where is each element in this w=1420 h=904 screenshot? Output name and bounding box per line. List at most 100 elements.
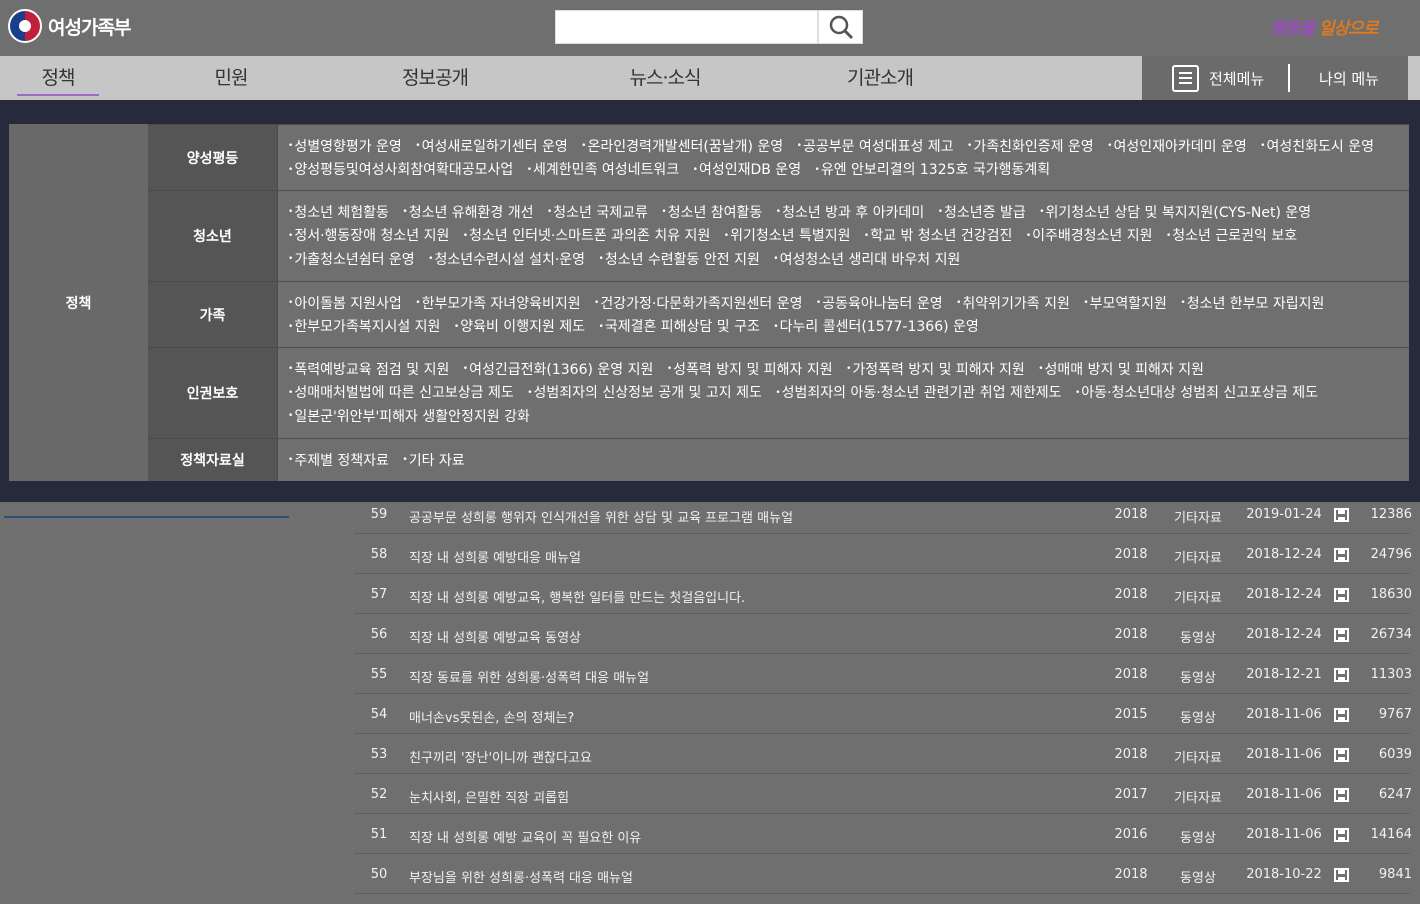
mega-menu-link[interactable]: 여성긴급전화(1366) 운영 지원	[463, 362, 654, 378]
site-logo[interactable]: 여성가족부	[8, 9, 131, 43]
row-year: 2018	[1114, 747, 1148, 762]
mega-section-title[interactable]: 양성평등	[148, 125, 278, 190]
row-title[interactable]: 눈치사회, 은밀한 직장 괴롭힘	[409, 787, 1089, 806]
mega-menu-link[interactable]: 여성친화도시 운영	[1260, 139, 1374, 155]
row-date: 2018-12-21	[1246, 667, 1322, 682]
mega-menu-link[interactable]: 공동육아나눔터 운영	[816, 296, 943, 312]
download-icon[interactable]	[1334, 508, 1349, 522]
mega-menu-link[interactable]: 가출청소년쉼터 운영	[288, 252, 415, 268]
my-menu-button[interactable]: 나의 메뉴	[1290, 68, 1408, 89]
mega-menu-link[interactable]: 정서·행동장애 청소년 지원	[288, 228, 449, 244]
row-title[interactable]: 부장님을 위한 성희롱·성폭력 대응 매뉴얼	[409, 867, 1089, 886]
mega-menu-link[interactable]: 여성새로일하기센터 운영	[415, 139, 567, 155]
row-title[interactable]: 직장 내 성희롱 예방교육 동영상	[409, 627, 1089, 646]
mega-items: 주제별 정책자료 기타 자료	[278, 439, 1409, 481]
table-row: 57 직장 내 성희롱 예방교육, 행복한 일터를 만드는 첫걸음입니다. 2018…	[354, 574, 1412, 614]
row-title[interactable]: 직장 동료를 위한 성희롱·성폭력 대응 매뉴얼	[409, 667, 1089, 686]
gnb-info[interactable]: 정보공개	[385, 56, 485, 100]
mega-menu-link[interactable]: 세계한민족 여성네트워크	[527, 162, 679, 178]
row-number: 52	[370, 787, 388, 802]
mega-section-title[interactable]: 가족	[148, 282, 278, 347]
gnb-policy[interactable]: 정책	[17, 56, 99, 100]
mega-menu-link[interactable]: 아이돌봄 지원사업	[288, 296, 402, 312]
mega-section-title[interactable]: 인권보호	[148, 348, 278, 438]
mega-menu-link[interactable]: 이주배경청소년 지원	[1026, 228, 1153, 244]
search-button[interactable]	[818, 10, 863, 44]
mega-section-title[interactable]: 정책자료실	[148, 439, 278, 481]
row-title[interactable]: 직장 내 성희롱 예방대응 매뉴얼	[409, 547, 1089, 566]
download-icon[interactable]	[1334, 548, 1349, 562]
mega-menu-link[interactable]: 기타 자료	[402, 453, 464, 469]
mega-menu-link[interactable]: 유엔 안보리결의 1325호 국가행동계획	[815, 162, 1051, 178]
mega-menu-link[interactable]: 온라인경력개발센터(꿈날개) 운영	[581, 139, 783, 155]
download-icon[interactable]	[1334, 868, 1349, 882]
mega-menu-link[interactable]: 청소년 방과 후 아카데미	[776, 205, 924, 221]
download-icon[interactable]	[1334, 708, 1349, 722]
row-title[interactable]: 직장 내 성희롱 예방교육, 행복한 일터를 만드는 첫걸음입니다.	[409, 587, 1089, 606]
mega-menu-link[interactable]: 청소년 체험활동	[288, 205, 389, 221]
all-menu-button[interactable]: 전체메뉴	[1142, 64, 1288, 92]
row-year: 2018	[1114, 507, 1148, 522]
mega-menu-link[interactable]: 청소년수련시설 설치·운영	[428, 252, 585, 268]
mega-menu-link[interactable]: 학교 밖 청소년 건강검진	[864, 228, 1012, 244]
mega-menu-link[interactable]: 일본군'위안부'피해자 생활안정지원 강화	[288, 409, 530, 425]
mega-items: 성별영향평가 운영 여성새로일하기센터 운영 온라인경력개발센터(꿈날개) 운영…	[278, 125, 1409, 190]
gnb-civil[interactable]: 민원	[191, 56, 271, 100]
mega-menu-link[interactable]: 청소년 인터넷·스마트폰 과의존 치유 지원	[463, 228, 711, 244]
mega-menu-link[interactable]: 청소년 근로권익 보호	[1166, 228, 1297, 244]
mega-menu-link[interactable]: 한부모가족복지시설 지원	[288, 319, 440, 335]
mega-menu-link[interactable]: 위기청소년 특별지원	[724, 228, 851, 244]
row-title[interactable]: 공공부문 성희롱 행위자 인식개선을 위한 상담 및 교육 프로그램 매뉴얼	[409, 507, 1089, 526]
mega-menu-link[interactable]: 여성인재DB 운영	[693, 162, 801, 178]
mega-menu-link[interactable]: 공공부문 여성대표성 제고	[797, 139, 954, 155]
mega-menu-link[interactable]: 가정폭력 방지 및 피해자 지원	[846, 362, 1025, 378]
mega-menu-link[interactable]: 가족친화인증제 운영	[967, 139, 1094, 155]
mega-menu-link[interactable]: 건강가정·다문화가족지원센터 운영	[594, 296, 802, 312]
download-icon[interactable]	[1334, 668, 1349, 682]
mega-menu-link[interactable]: 양성평등및여성사회참여확대공모사업	[288, 162, 513, 178]
mega-menu-link[interactable]: 성범죄자의 아동·청소년 관련기관 취업 제한제도	[775, 385, 1061, 401]
download-icon[interactable]	[1334, 828, 1349, 842]
download-icon[interactable]	[1334, 588, 1349, 602]
download-icon[interactable]	[1334, 788, 1349, 802]
mega-menu-link[interactable]: 청소년 유해환경 개선	[402, 205, 533, 221]
mega-menu-link[interactable]: 양육비 이행지원 제도	[454, 319, 585, 335]
mega-menu-link[interactable]: 청소년 한부모 자립지원	[1180, 296, 1324, 312]
mega-menu-link[interactable]: 청소년증 발급	[938, 205, 1026, 221]
mega-menu-link[interactable]: 성매매 방지 및 피해자 지원	[1038, 362, 1204, 378]
row-title[interactable]: 매너손vs못된손, 손의 정체는?	[409, 707, 1089, 726]
gnb-news[interactable]: 뉴스·소식	[610, 56, 720, 100]
row-title[interactable]: 친구끼리 '장난'이니까 괜찮다고요	[409, 747, 1089, 766]
mega-section-title[interactable]: 청소년	[148, 191, 278, 281]
mega-menu-link[interactable]: 국제결혼 피해상담 및 구조	[599, 319, 760, 335]
logo-text: 여성가족부	[48, 16, 131, 39]
mega-menu-link[interactable]: 여성인재아카데미 운영	[1107, 139, 1247, 155]
mega-menu-link[interactable]: 청소년 참여활동	[661, 205, 762, 221]
mega-menu-link[interactable]: 성별영향평가 운영	[288, 139, 402, 155]
download-icon[interactable]	[1334, 628, 1349, 642]
row-title[interactable]: 직장 내 성희롱 예방 교육이 꼭 필요한 이유	[409, 827, 1089, 846]
row-views: 24796	[1370, 547, 1412, 562]
mega-menu-link[interactable]: 아동·청소년대상 성범죄 신고포상금 제도	[1075, 385, 1318, 401]
mega-menu-link[interactable]: 여성청소년 생리대 바우처 지원	[773, 252, 960, 268]
mega-menu-link[interactable]: 위기청소년 상담 및 복지지원(CYS-Net) 운영	[1039, 205, 1311, 221]
mega-menu-link[interactable]: 한부모가족 자녀양육비지원	[415, 296, 580, 312]
mega-menu-link[interactable]: 다누리 콜센터(1577-1366) 운영	[773, 319, 979, 335]
gnb-about[interactable]: 기관소개	[830, 56, 930, 100]
row-views: 18630	[1370, 587, 1412, 602]
mega-menu-link[interactable]: 부모역할지원	[1083, 296, 1167, 312]
row-number: 53	[370, 747, 388, 762]
row-year: 2018	[1114, 587, 1148, 602]
table-row: 51 직장 내 성희롱 예방 교육이 꼭 필요한 이유 2016 동영상 2018-11…	[354, 814, 1412, 854]
mega-menu-link[interactable]: 취약위기가족 지원	[956, 296, 1070, 312]
mega-menu-link[interactable]: 성범죄자의 신상정보 공개 및 고지 제도	[527, 385, 762, 401]
mega-menu-link[interactable]: 청소년 국제교류	[547, 205, 648, 221]
mega-menu-link[interactable]: 주제별 정책자료	[288, 453, 389, 469]
search-input[interactable]	[555, 10, 818, 44]
mega-section-archive: 정책자료실 주제별 정책자료 기타 자료	[148, 438, 1409, 481]
mega-menu-link[interactable]: 청소년 수련활동 안전 지원	[599, 252, 760, 268]
mega-menu-link[interactable]: 성폭력 방지 및 피해자 지원	[667, 362, 833, 378]
mega-menu-link[interactable]: 성매매처벌법에 따른 신고보상금 제도	[288, 385, 514, 401]
mega-menu-link[interactable]: 폭력예방교육 점검 및 지원	[288, 362, 449, 378]
download-icon[interactable]	[1334, 748, 1349, 762]
